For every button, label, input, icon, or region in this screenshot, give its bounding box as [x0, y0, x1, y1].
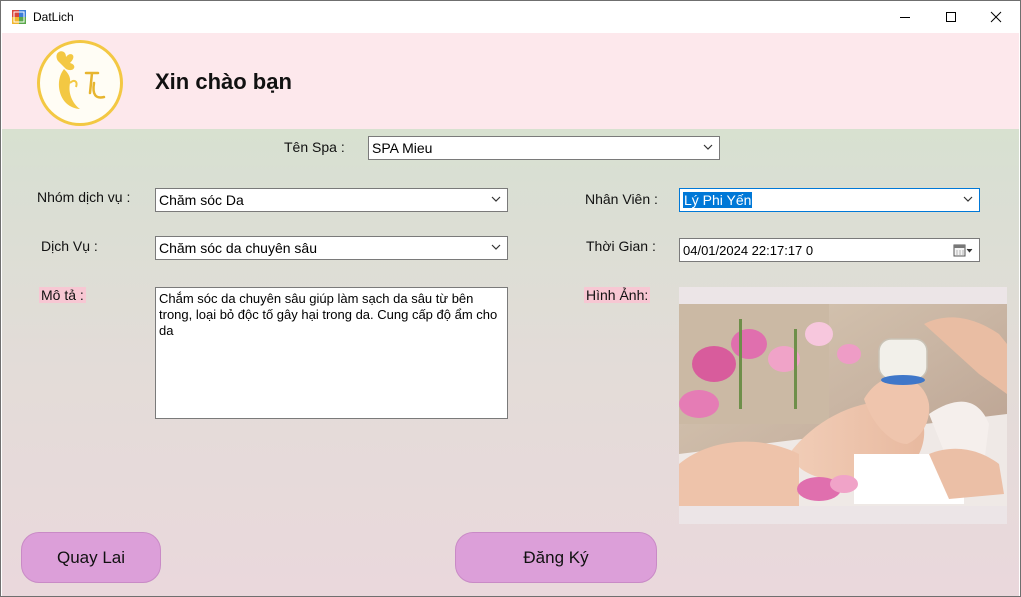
app-icon — [12, 10, 26, 24]
close-button[interactable] — [973, 1, 1019, 33]
register-button-label: Đăng Ký — [523, 547, 589, 567]
register-button[interactable]: Đăng Ký — [455, 532, 657, 583]
chevron-down-icon — [491, 196, 501, 202]
datetime-value: 04/01/2024 22:17:17 0 — [683, 243, 814, 258]
minimize-icon — [900, 17, 910, 18]
back-button[interactable]: Quay Lai — [21, 532, 161, 583]
chevron-down-icon — [963, 196, 973, 202]
image-label: Hình Ảnh: — [584, 287, 651, 303]
service-photo — [679, 304, 1007, 506]
service-group-value: Chăm sóc Da — [159, 192, 244, 208]
service-combobox[interactable]: Chăm sóc da chuyên sâu — [155, 236, 508, 260]
service-value: Chăm sóc da chuyên sâu — [159, 240, 317, 256]
form-client-area: Xin chào bạn Tên Spa : SPA Mieu Nhóm dịc… — [2, 33, 1019, 596]
service-group-combobox[interactable]: Chăm sóc Da — [155, 188, 508, 212]
chevron-down-icon — [703, 144, 713, 150]
app-window: DatLich Xin chào bạn Tên Spa: SPA Mieu … — [0, 0, 1021, 597]
time-label: Thời Gian : — [586, 238, 656, 254]
close-icon — [990, 11, 1002, 23]
minimize-button[interactable] — [882, 1, 928, 33]
maximize-button[interactable] — [928, 1, 974, 33]
spa-logo — [37, 40, 123, 126]
header-band: Xin chào bạn — [2, 33, 1019, 129]
title-bar: DatLich — [1, 1, 1020, 33]
spa-value: SPA Mieu — [372, 140, 433, 156]
window-title: DatLich — [33, 10, 74, 24]
employee-label: Nhân Viên : — [585, 191, 658, 207]
description-textarea[interactable]: Chắm sóc da chuyên sâu giúp làm sạch da … — [155, 287, 508, 419]
chevron-down-icon — [491, 244, 501, 250]
spa-label: Tên Spa : — [284, 139, 345, 155]
service-label: Dịch Vụ : — [41, 238, 98, 254]
back-button-label: Quay Lai — [56, 547, 126, 567]
employee-combobox[interactable]: Lý Phi Yến — [679, 188, 980, 212]
logo-graphic — [56, 51, 106, 109]
datetime-picker[interactable]: 04/01/2024 22:17:17 0 — [679, 238, 980, 262]
calendar-icon[interactable] — [953, 244, 973, 257]
maximize-icon — [946, 12, 956, 22]
description-label: Mô tả : — [39, 287, 86, 303]
service-group-label: Nhóm dịch vụ : — [37, 189, 131, 205]
employee-value: Lý Phi Yến — [683, 192, 753, 208]
greeting-title: Xin chào bạn — [155, 69, 292, 94]
service-picturebox — [679, 287, 1007, 524]
spa-combobox[interactable]: SPA Mieu — [368, 136, 720, 160]
